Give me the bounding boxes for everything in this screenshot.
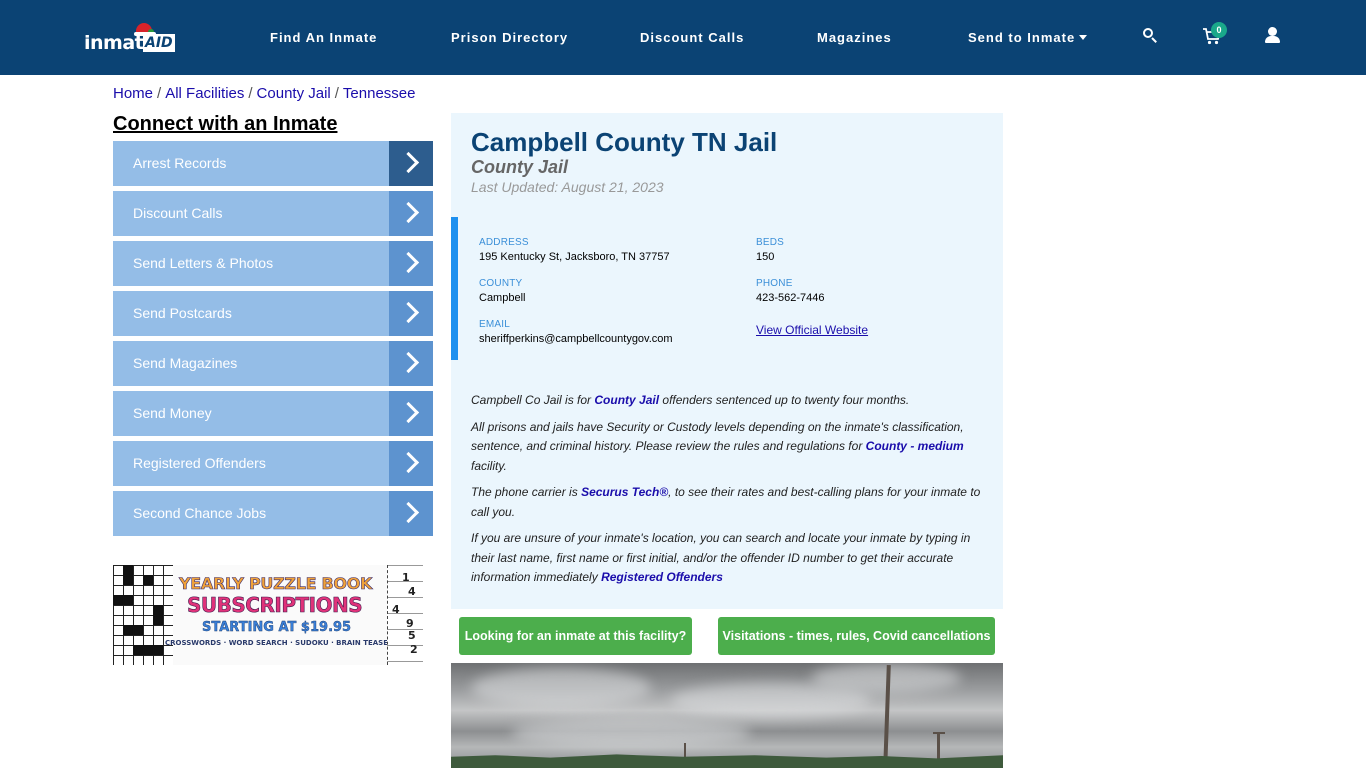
- address-value: 195 Kentucky St, Jacksboro, TN 37757: [479, 251, 670, 263]
- official-website-link[interactable]: View Official Website: [756, 323, 868, 337]
- breadcrumb-home[interactable]: Home: [113, 85, 153, 102]
- text: Campbell Co Jail is for: [471, 393, 595, 407]
- description-paragraph: The phone carrier is Securus Tech®, to s…: [471, 483, 981, 522]
- phone-field: PHONE 423-562-7446: [756, 278, 825, 304]
- sidebar-item-label: Send Money: [133, 405, 212, 421]
- sidebar-item-label: Arrest Records: [133, 155, 227, 171]
- sidebar-menu: Arrest Records Discount Calls Send Lette…: [113, 141, 433, 541]
- find-inmate-at-facility-button[interactable]: Looking for an inmate at this facility?: [459, 617, 692, 655]
- description-paragraph: If you are unsure of your inmate's locat…: [471, 529, 981, 588]
- last-updated: Last Updated: August 21, 2023: [471, 179, 664, 195]
- beds-label: BEDS: [756, 237, 785, 248]
- text: offenders sentenced up to twenty four mo…: [659, 393, 910, 407]
- crossword-grid-graphic: [113, 565, 173, 665]
- logo[interactable]: inmate AID: [84, 22, 184, 56]
- nav-prison-directory[interactable]: Prison Directory: [451, 30, 568, 45]
- facility-name: Campbell County TN Jail: [471, 127, 778, 157]
- sidebar-item-label: Send Magazines: [133, 355, 238, 371]
- county-field: COUNTY Campbell: [479, 278, 525, 304]
- nav-find-an-inmate[interactable]: Find An Inmate: [270, 30, 377, 45]
- beds-field: BEDS 150: [756, 237, 784, 263]
- chevron-right-icon: [389, 241, 433, 286]
- sidebar-title: Connect with an Inmate: [113, 113, 338, 135]
- description-paragraph: All prisons and jails have Security or C…: [471, 418, 981, 477]
- address-label: ADDRESS: [479, 237, 529, 248]
- description-paragraph: Campbell Co Jail is for County Jail offe…: [471, 391, 981, 411]
- nav-discount-calls[interactable]: Discount Calls: [640, 30, 744, 45]
- breadcrumb-separator: /: [248, 85, 253, 102]
- sidebar-item-discount-calls[interactable]: Discount Calls: [113, 191, 433, 236]
- puzzle-book-ad-banner[interactable]: YEARLY PUZZLE BOOK SUBSCRIPTIONS STARTIN…: [113, 565, 423, 665]
- email-value: sheriffperkins@campbellcountygov.com: [479, 333, 673, 345]
- ad-categories: CROSSWORDS · WORD SEARCH · SUDOKU · BRAI…: [165, 639, 399, 647]
- county-label: COUNTY: [479, 278, 523, 289]
- sidebar-item-send-letters-photos[interactable]: Send Letters & Photos: [113, 241, 433, 286]
- chevron-right-icon: [389, 441, 433, 486]
- sidebar-item-second-chance-jobs[interactable]: Second Chance Jobs: [113, 491, 433, 536]
- chevron-right-icon: [389, 491, 433, 536]
- securus-tech-link[interactable]: Securus Tech®: [581, 485, 668, 499]
- sidebar-item-label: Send Postcards: [133, 305, 232, 321]
- beds-value: 150: [756, 251, 775, 263]
- nav-send-to-inmate[interactable]: Send to Inmate: [968, 30, 1088, 45]
- email-field: EMAIL sheriffperkins@campbellcountygov.c…: [479, 319, 673, 345]
- chevron-right-icon: [389, 341, 433, 386]
- facility-photo: [451, 663, 1003, 768]
- cart-count-badge: 0: [1211, 22, 1227, 38]
- facility-description: Campbell Co Jail is for County Jail offe…: [471, 391, 981, 595]
- nav-send-to-inmate-label: Send to Inmate: [968, 30, 1076, 45]
- chevron-right-icon: [389, 191, 433, 236]
- facility-info-box: ADDRESS 195 Kentucky St, Jacksboro, TN 3…: [451, 217, 1003, 360]
- breadcrumb-separator: /: [157, 85, 162, 102]
- sudoku-grid-graphic: 1 4 4 9 5 2: [387, 565, 423, 665]
- text: The phone carrier is: [471, 485, 582, 499]
- registered-offenders-link[interactable]: Registered Offenders: [601, 570, 723, 584]
- sidebar-item-arrest-records[interactable]: Arrest Records: [113, 141, 433, 186]
- visitations-button[interactable]: Visitations - times, rules, Covid cancel…: [718, 617, 995, 655]
- address-field: ADDRESS 195 Kentucky St, Jacksboro, TN 3…: [479, 237, 670, 263]
- logo-badge: AID: [143, 34, 175, 52]
- sidebar-item-label: Second Chance Jobs: [133, 505, 267, 521]
- breadcrumb-county-jail[interactable]: County Jail: [257, 85, 331, 102]
- chevron-right-icon: [389, 391, 433, 436]
- county-jail-link[interactable]: County Jail: [594, 393, 659, 407]
- caret-down-icon: [1079, 35, 1088, 40]
- breadcrumb-tennessee[interactable]: Tennessee: [343, 85, 416, 102]
- chevron-right-icon: [389, 141, 433, 186]
- facility-panel: Campbell County TN Jail County Jail Last…: [451, 113, 1003, 609]
- website-field: View Official Website: [756, 321, 868, 339]
- sidebar-item-send-money[interactable]: Send Money: [113, 391, 433, 436]
- sidebar-item-label: Send Letters & Photos: [133, 255, 274, 271]
- phone-value: 423-562-7446: [756, 292, 825, 304]
- sidebar-item-registered-offenders[interactable]: Registered Offenders: [113, 441, 433, 486]
- sidebar-item-send-postcards[interactable]: Send Postcards: [113, 291, 433, 336]
- text: facility.: [471, 458, 507, 473]
- sidebar-item-label: Discount Calls: [133, 205, 223, 221]
- sidebar-item-label: Registered Offenders: [133, 455, 266, 471]
- sidebar-item-send-magazines[interactable]: Send Magazines: [113, 341, 433, 386]
- user-icon[interactable]: [1263, 26, 1283, 46]
- ad-headline: YEARLY PUZZLE BOOK: [179, 574, 373, 594]
- chevron-right-icon: [389, 291, 433, 336]
- phone-label: PHONE: [756, 278, 793, 289]
- site-header: inmate AID Find An Inmate Prison Directo…: [0, 0, 1366, 75]
- ad-subheadline: SUBSCRIPTIONS: [187, 593, 363, 618]
- county-medium-link[interactable]: County - medium: [866, 439, 964, 453]
- breadcrumb-all-facilities[interactable]: All Facilities: [165, 85, 244, 102]
- nav-magazines[interactable]: Magazines: [817, 30, 892, 45]
- ad-price: STARTING AT $19.95: [202, 620, 352, 635]
- breadcrumb-separator: /: [334, 85, 339, 102]
- breadcrumb: Home / All Facilities / County Jail / Tennesse…: [113, 85, 415, 102]
- facility-type: County Jail: [471, 157, 569, 177]
- county-value: Campbell: [479, 292, 526, 304]
- search-icon[interactable]: [1140, 26, 1160, 46]
- email-label: EMAIL: [479, 319, 511, 330]
